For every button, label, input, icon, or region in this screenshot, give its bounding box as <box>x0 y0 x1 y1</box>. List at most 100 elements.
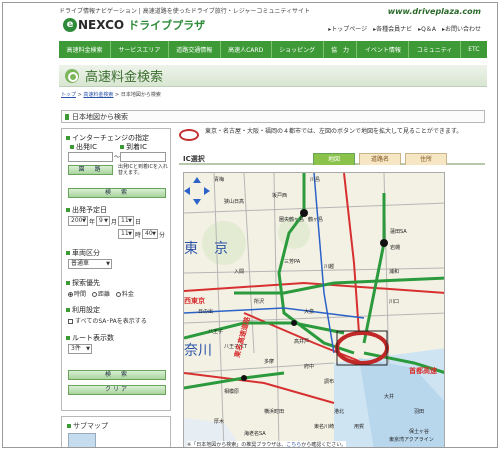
priority-fee-radio[interactable]: 料金 <box>115 291 134 298</box>
bullet-icon <box>70 145 74 149</box>
svg-text:用賀: 用賀 <box>354 423 364 430</box>
logo-nexco: NEXCO <box>78 18 125 32</box>
gnav-events[interactable]: イベント情報 <box>357 41 410 58</box>
instruction-box: 東京・名古屋・大阪・福岡の４都市では、左図のボタンで地図を拡大して見ることができ… <box>179 128 485 144</box>
svg-text:京: 京 <box>214 241 228 257</box>
gnav-card[interactable]: 高速人CARD <box>221 41 272 58</box>
arrive-ic-input[interactable] <box>120 152 166 162</box>
svg-text:西東京: 西東京 <box>184 296 205 305</box>
svg-text:川口: 川口 <box>389 299 399 305</box>
section-header: 日本地図から検索 <box>61 110 485 123</box>
gnav-community[interactable]: コミュニティ <box>409 41 461 58</box>
clear-button[interactable]: クリア <box>68 385 166 395</box>
toplink-top[interactable]: ▸トップページ <box>328 24 367 33</box>
bullet-icon <box>66 308 70 312</box>
svg-text:羽田: 羽田 <box>414 409 424 415</box>
instruction-text: 東京・名古屋・大阪・福岡の４都市では、左図のボタンで地図を拡大して見ることができ… <box>205 128 463 135</box>
svg-text:青梅: 青梅 <box>214 176 224 183</box>
hour-select[interactable]: 11 <box>118 229 134 239</box>
submap-panel: サブマップ <box>61 416 171 447</box>
svg-text:川越: 川越 <box>324 263 334 270</box>
svg-text:多摩: 多摩 <box>264 358 274 365</box>
toplink-qa[interactable]: ▸Q＆A <box>418 24 436 33</box>
hour-unit: 時 <box>135 232 142 239</box>
gnav-cooperation[interactable]: 協 力 <box>324 41 358 58</box>
svg-text:日の出: 日の出 <box>198 308 213 315</box>
svg-text:高井戸: 高井戸 <box>294 338 309 345</box>
svg-text:首都高速: 首都高速 <box>409 366 437 375</box>
svg-text:狭山日高: 狭山日高 <box>224 198 244 205</box>
svg-text:大井: 大井 <box>384 393 394 400</box>
bullet-icon <box>66 281 70 285</box>
svg-text:東京湾アクアライン: 東京湾アクアライン <box>389 436 434 443</box>
tab-map[interactable]: 地図 <box>313 153 355 165</box>
breadcrumb-top[interactable]: トップ <box>61 92 76 98</box>
gnav-shopping[interactable]: ショッピング <box>272 41 324 58</box>
search-button[interactable]: 検 索 <box>68 188 166 198</box>
day-select[interactable]: 11 <box>118 216 134 226</box>
svg-text:府中: 府中 <box>304 363 314 370</box>
breadcrumb-current: 日本地図から検索 <box>120 92 161 98</box>
priority-options: 時間 距離 料金 <box>68 289 134 298</box>
svg-text:大泉: 大泉 <box>304 308 314 315</box>
search-button-2[interactable]: 検 索 <box>68 370 166 380</box>
browser-note-link[interactable]: こちら <box>286 442 301 447</box>
bullet-icon <box>67 424 71 428</box>
tab-road-name[interactable]: 道路名 <box>359 153 401 165</box>
bullet-icon <box>66 336 70 340</box>
svg-text:所沢: 所沢 <box>254 298 264 305</box>
priority-time-radio[interactable]: 時間 <box>68 291 86 298</box>
site-url[interactable]: www.driveplaza.com <box>388 7 481 16</box>
bullet-icon <box>66 136 70 140</box>
year-unit: 年 <box>89 219 96 226</box>
toplink-member[interactable]: ▸各種会員ナビ <box>373 24 412 33</box>
svg-text:海老名SA: 海老名SA <box>244 430 266 437</box>
ic-select-header: IC選択 地図 道路名 住所 <box>179 153 485 165</box>
svg-text:相模原: 相模原 <box>224 388 239 395</box>
map-browser-note: ※「日本地図から検索」の推奨ブラウザは、こちらから確認ください。 <box>187 441 347 448</box>
swap-note: 出発ICと到着ICを入れ替えます。 <box>118 164 168 176</box>
priority-distance-radio[interactable]: 距離 <box>91 291 110 298</box>
svg-text:港北: 港北 <box>334 408 344 415</box>
gnav-traffic[interactable]: 道路交通情報 <box>169 41 221 58</box>
svg-text:坂戸西: 坂戸西 <box>272 192 287 199</box>
minute-unit: 分 <box>159 232 166 239</box>
vehicle-select[interactable]: 普通車 <box>68 259 112 269</box>
svg-text:岩槻: 岩槻 <box>390 244 400 251</box>
year-select[interactable]: 2007 <box>68 216 88 226</box>
ic-map[interactable]: 青梅 川島 坂戸西 狭山日高 圏央鶴ヶ島 鶴ヶ島 蓮田SA 岩槻 三芳PA 入間… <box>183 172 445 447</box>
global-nav: 高速料金検索 サービスエリア 道路交通情報 高速人CARD ショッピング 協 力… <box>59 41 487 58</box>
site-tagline: ドライブ情報ナビゲーション | 高速道路を使ったドライブ旅行・レジャーコミュニテ… <box>59 8 311 15</box>
section-title: 日本地図から検索 <box>72 112 128 121</box>
svg-text:三芳PA: 三芳PA <box>284 258 301 265</box>
gnav-service-area[interactable]: サービスエリア <box>111 41 169 58</box>
tab-address[interactable]: 住所 <box>405 153 447 165</box>
search-form-panel: インターチェンジの指定 出発IC 到着IC 〜 園 路 出発ICと到着ICを入れ… <box>61 128 171 411</box>
vehicle-label: 車両区分 <box>66 248 100 258</box>
routes-label: ルート表示数 <box>66 333 114 343</box>
month-unit: 月 <box>111 219 118 226</box>
gnav-etc[interactable]: ETC <box>461 41 487 58</box>
zoom-ring-icon <box>179 129 199 141</box>
routes-select[interactable]: 3件 <box>68 344 92 354</box>
depart-label: 出発IC <box>70 142 97 152</box>
depart-ic-input[interactable] <box>68 152 113 162</box>
page-title: 高速料金検索 <box>85 70 164 85</box>
breadcrumb-search[interactable]: 高速料金検索 <box>83 92 113 98</box>
minute-select[interactable]: 40 <box>142 229 158 239</box>
site-logo[interactable]: e NEXCO ドライブプラザ <box>63 17 205 33</box>
search-icon <box>65 68 79 83</box>
svg-text:圏央鶴ヶ島: 圏央鶴ヶ島 <box>279 216 304 223</box>
submap-thumbnail[interactable] <box>68 433 96 447</box>
gnav-toll-search[interactable]: 高速料金検索 <box>59 41 111 58</box>
arrive-label: 到着IC <box>120 142 147 152</box>
svg-text:保土ヶ谷: 保土ヶ谷 <box>409 428 429 435</box>
submap-label: サブマップ <box>67 421 108 431</box>
toplink-contact[interactable]: ▸お問い合わせ <box>442 24 481 33</box>
page-frame: ドライブ情報ナビゲーション | 高速道路を使ったドライブ旅行・レジャーコミュニテ… <box>2 2 498 448</box>
facility-checkbox[interactable]: すべてのSA･PAを表示する <box>68 316 147 325</box>
svg-text:川島: 川島 <box>310 176 320 183</box>
month-select[interactable]: 9 <box>96 216 110 226</box>
svg-text:八王子: 八王子 <box>208 328 223 335</box>
reverse-button[interactable]: 園 路 <box>68 165 113 175</box>
